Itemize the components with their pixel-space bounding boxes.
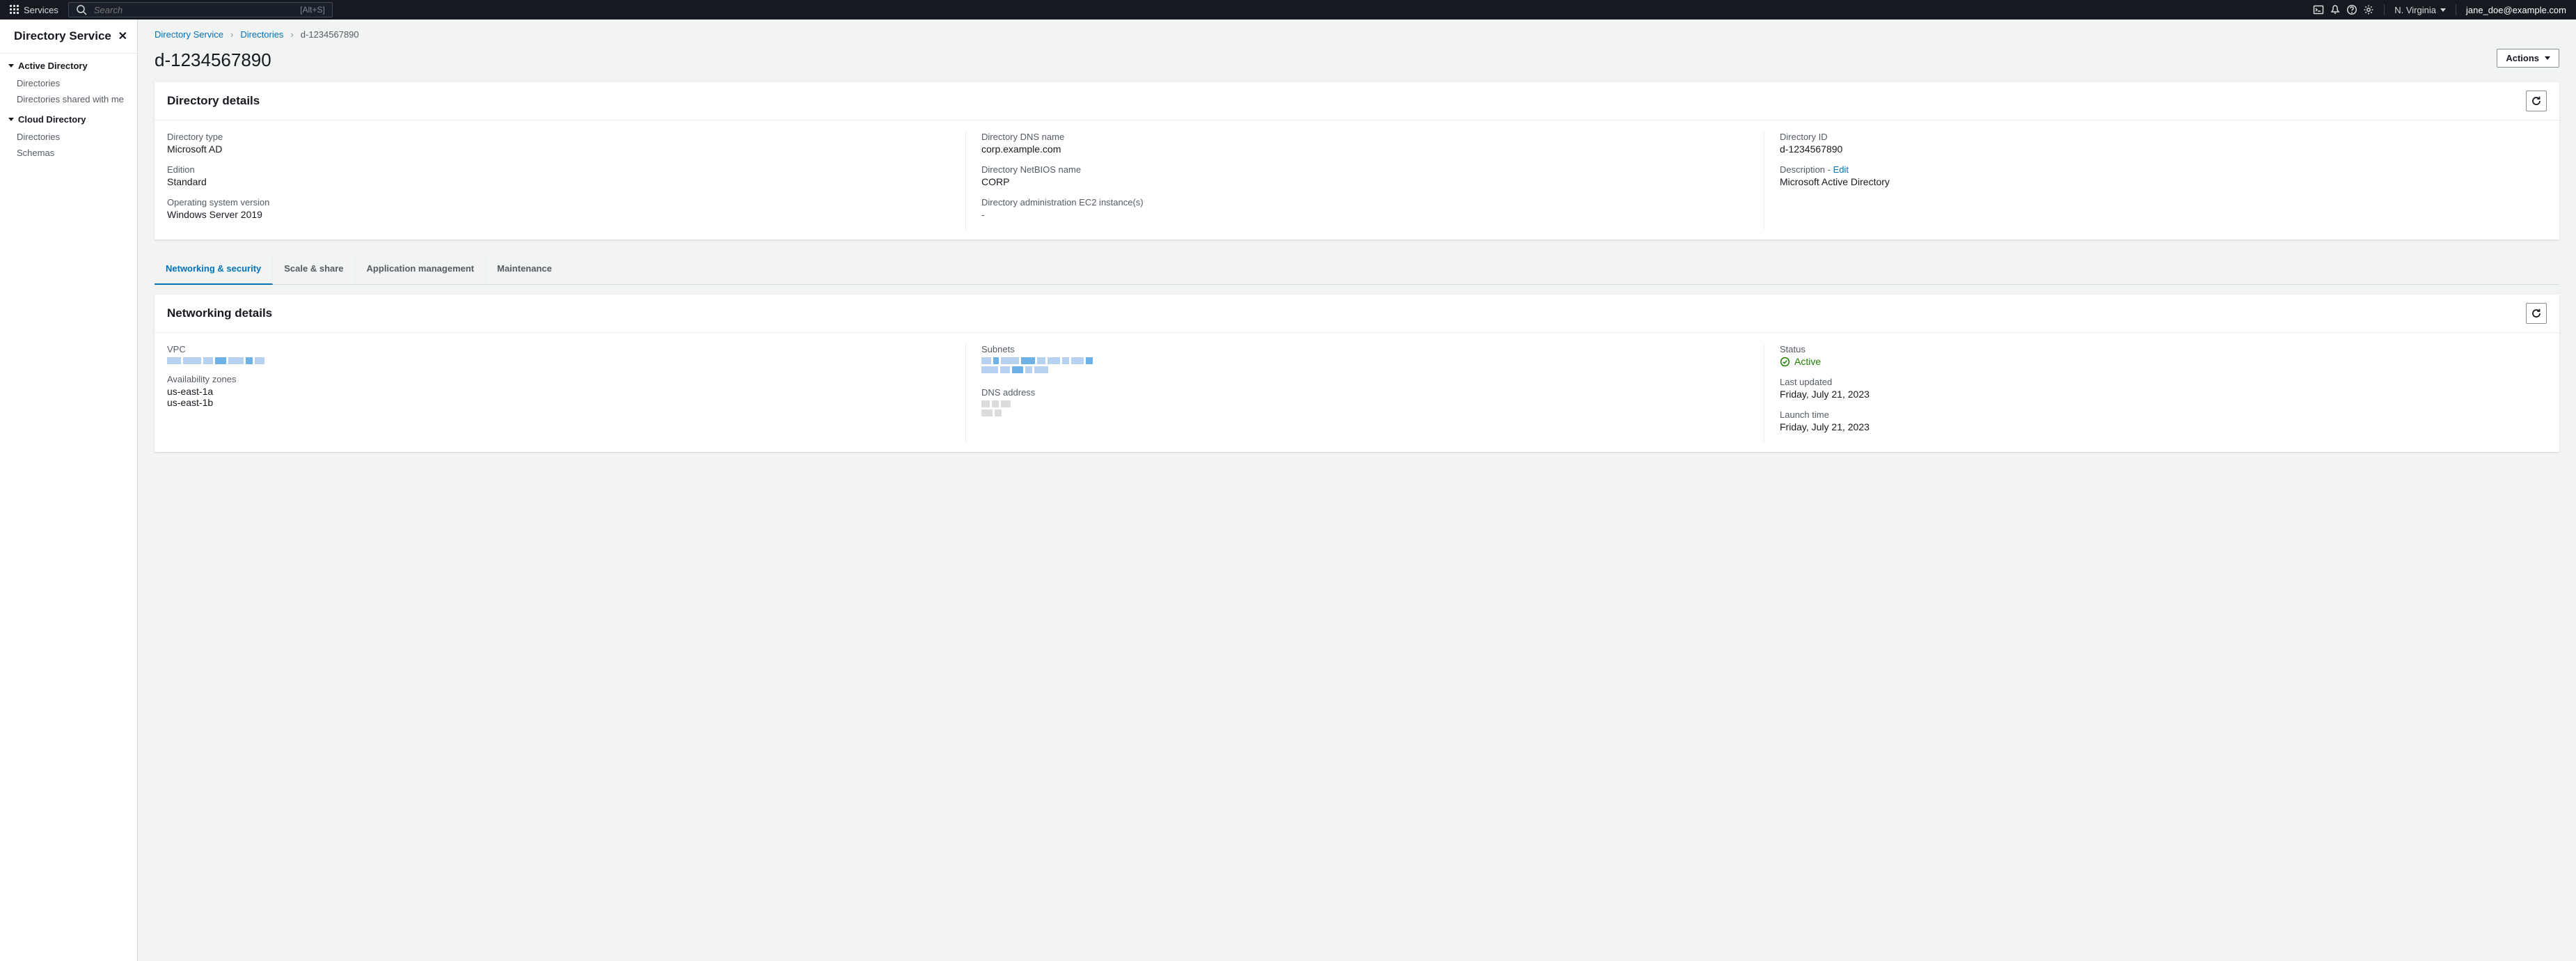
value-launch-time: Friday, July 21, 2023 [1780, 421, 2547, 432]
breadcrumb-current: d-1234567890 [301, 29, 359, 40]
refresh-button[interactable] [2526, 91, 2547, 111]
region-selector[interactable]: N. Virginia [2394, 5, 2446, 15]
services-menu[interactable]: Services [6, 5, 63, 15]
sidebar-item-schemas[interactable]: Schemas [0, 145, 137, 161]
services-grid-icon [10, 5, 19, 15]
region-label: N. Virginia [2394, 5, 2436, 15]
breadcrumb-root[interactable]: Directory Service [155, 29, 223, 40]
actions-button[interactable]: Actions [2497, 49, 2559, 68]
panel-title: Directory details [167, 94, 260, 108]
label-vpc: VPC [167, 344, 950, 354]
label-directory-id: Directory ID [1780, 132, 2547, 142]
tab-networking-security[interactable]: Networking & security [155, 253, 273, 285]
label-dns-address: DNS address [981, 387, 1748, 398]
sidebar-group-active-directory[interactable]: Active Directory [0, 54, 137, 75]
value-az-2: us-east-1b [167, 397, 950, 408]
breadcrumb: Directory Service › Directories › d-1234… [138, 19, 2576, 45]
refresh-icon [2531, 95, 2542, 107]
sidebar-close-icon[interactable]: ✕ [118, 29, 127, 43]
value-vpc-redacted [167, 357, 950, 364]
directory-details-panel: Directory details Directory type Microso… [155, 82, 2559, 240]
main-content: Directory Service › Directories › d-1234… [138, 19, 2576, 961]
global-top-bar: Services [Alt+S] N. Virginia jane_doe@ex… [0, 0, 2576, 19]
search-input[interactable] [93, 4, 294, 16]
sidebar-item-directories[interactable]: Directories [0, 75, 137, 91]
tabs: Networking & security Scale & share Appl… [155, 253, 2559, 285]
sidebar-group-label: Active Directory [18, 61, 88, 71]
sidebar-item-directories-shared[interactable]: Directories shared with me [0, 91, 137, 107]
account-menu[interactable]: jane_doe@example.com [2466, 5, 2570, 15]
label-admin-ec2: Directory administration EC2 instance(s) [981, 197, 1748, 208]
status-ok-icon [1780, 357, 1790, 367]
value-description: Microsoft Active Directory [1780, 176, 2547, 187]
sidebar-group-label: Cloud Directory [18, 114, 86, 125]
edit-description-link[interactable]: Edit [1833, 164, 1849, 175]
label-directory-type: Directory type [167, 132, 950, 142]
notifications-icon[interactable] [2330, 4, 2341, 15]
search-icon [76, 4, 87, 15]
tab-maintenance[interactable]: Maintenance [486, 253, 563, 284]
label-status: Status [1780, 344, 2547, 354]
sidebar-title: Directory Service [14, 29, 111, 43]
refresh-icon [2531, 308, 2542, 319]
actions-label: Actions [2506, 53, 2539, 63]
label-last-updated: Last updated [1780, 377, 2547, 387]
value-netbios-name: CORP [981, 176, 1748, 187]
chevron-down-icon [8, 64, 14, 68]
chevron-right-icon: › [230, 29, 233, 40]
label-netbios-name: Directory NetBIOS name [981, 164, 1748, 175]
status-text: Active [1794, 356, 1821, 367]
sidebar-item-cloud-directories[interactable]: Directories [0, 129, 137, 145]
search-shortcut: [Alt+S] [300, 5, 325, 15]
value-last-updated: Friday, July 21, 2023 [1780, 389, 2547, 400]
value-admin-ec2: - [981, 209, 1748, 220]
label-edition: Edition [167, 164, 950, 175]
cloudshell-icon[interactable] [2313, 4, 2324, 15]
networking-details-panel: Networking details VPC Availability zone… [155, 295, 2559, 452]
tab-scale-share[interactable]: Scale & share [273, 253, 355, 284]
label-subnets: Subnets [981, 344, 1748, 354]
label-dns-name: Directory DNS name [981, 132, 1748, 142]
value-dns-name: corp.example.com [981, 143, 1748, 155]
divider [2384, 4, 2385, 15]
sidebar-group-cloud-directory[interactable]: Cloud Directory [0, 107, 137, 129]
value-directory-id: d-1234567890 [1780, 143, 2547, 155]
breadcrumb-directories[interactable]: Directories [240, 29, 283, 40]
tab-application-management[interactable]: Application management [356, 253, 487, 284]
value-dns-redacted [981, 400, 1016, 416]
chevron-down-icon [8, 118, 14, 121]
value-subnets-redacted [981, 357, 1093, 373]
label-launch-time: Launch time [1780, 409, 2547, 420]
value-os-version: Windows Server 2019 [167, 209, 950, 220]
refresh-button[interactable] [2526, 303, 2547, 324]
chevron-right-icon: › [290, 29, 293, 40]
help-icon[interactable] [2346, 4, 2357, 15]
global-search[interactable]: [Alt+S] [68, 2, 333, 17]
label-os-version: Operating system version [167, 197, 950, 208]
services-label: Services [24, 5, 58, 15]
panel-title: Networking details [167, 306, 272, 320]
page-title: d-1234567890 [155, 49, 271, 71]
settings-icon[interactable] [2363, 4, 2374, 15]
chevron-down-icon [2545, 56, 2550, 60]
value-directory-type: Microsoft AD [167, 143, 950, 155]
label-description: Description - Edit [1780, 164, 2547, 175]
chevron-down-icon [2440, 8, 2446, 12]
sidebar: Directory Service ✕ Active Directory Dir… [0, 19, 138, 961]
value-az-1: us-east-1a [167, 386, 950, 397]
value-edition: Standard [167, 176, 950, 187]
value-status: Active [1780, 356, 2547, 367]
label-availability-zones: Availability zones [167, 374, 950, 384]
